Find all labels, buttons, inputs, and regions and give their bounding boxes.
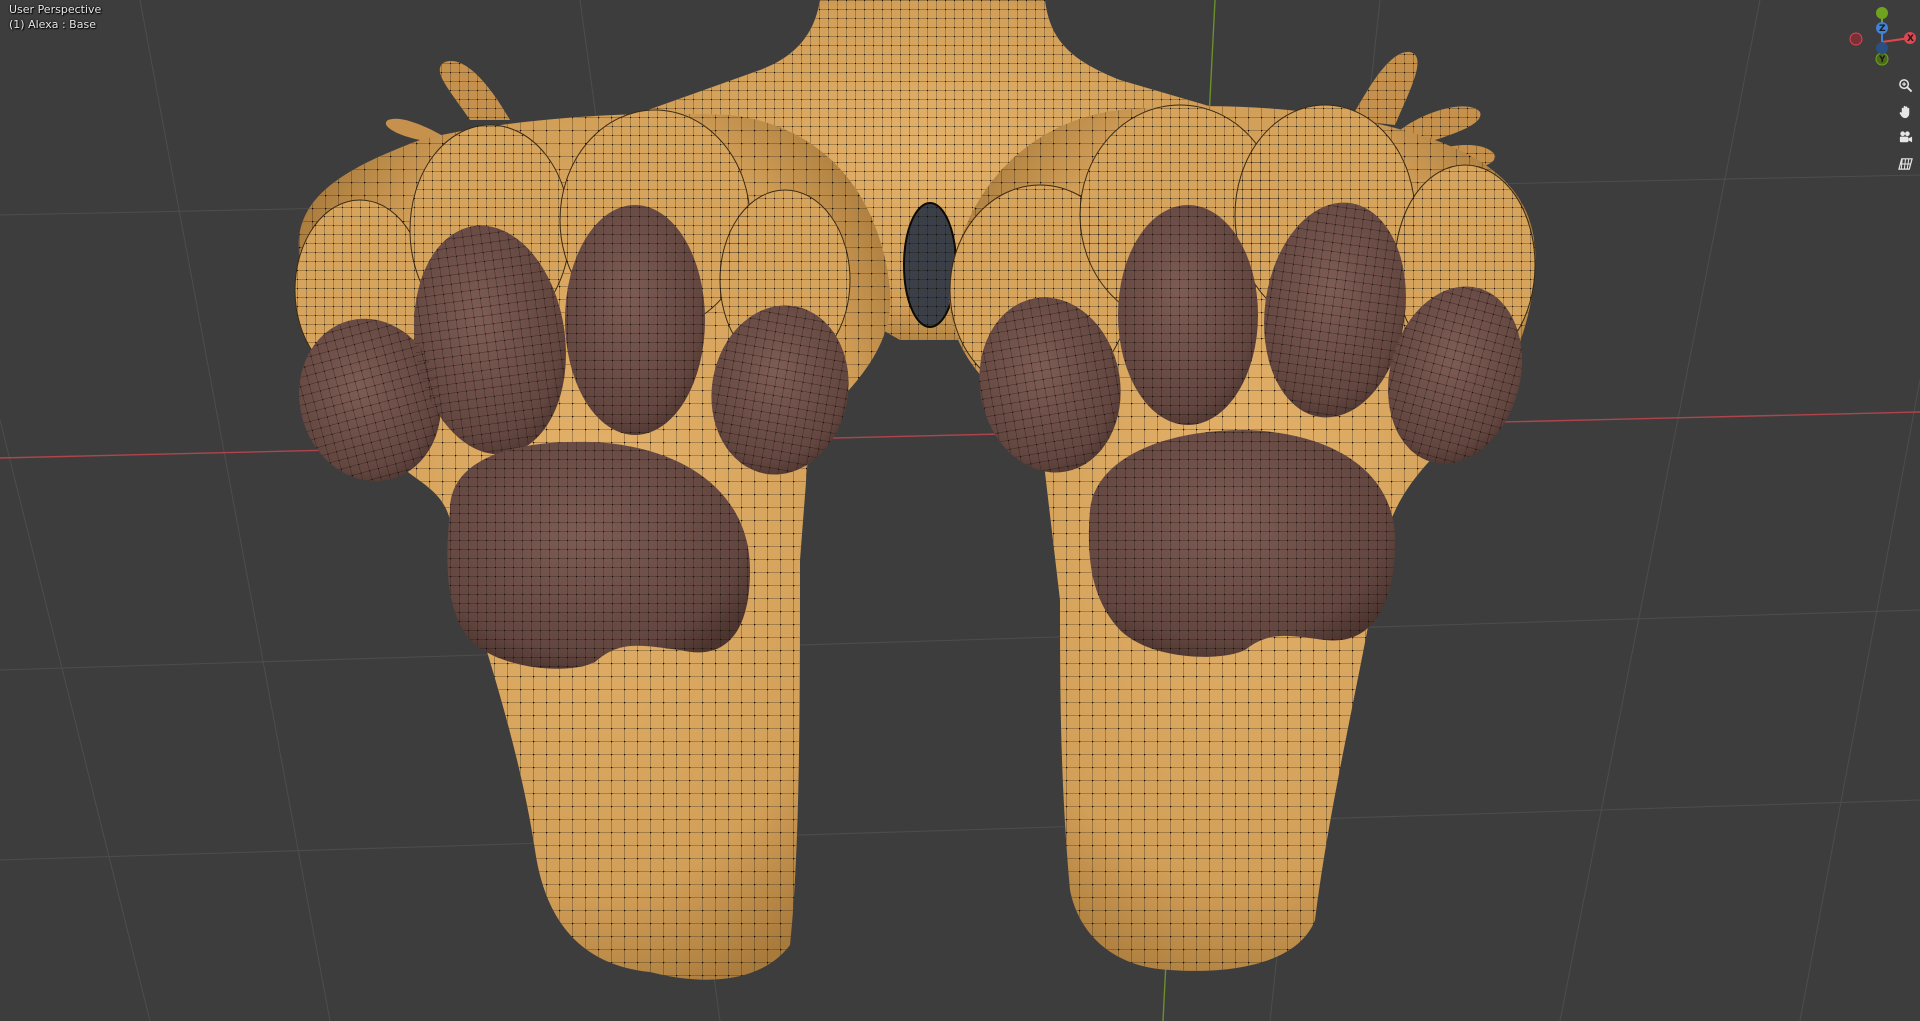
gizmo-neg-x[interactable] bbox=[1849, 32, 1863, 46]
gizmo-x-label: X bbox=[1907, 34, 1914, 44]
pan-button[interactable] bbox=[1894, 100, 1916, 122]
zoom-button[interactable] bbox=[1894, 74, 1916, 96]
mesh-left-foot[interactable] bbox=[281, 109, 891, 980]
pan-hand-icon bbox=[1899, 105, 1909, 118]
3d-viewport[interactable]: User Perspective (1) Alexa : Base X Z Y bbox=[0, 0, 1920, 1021]
active-object-label: (1) Alexa : Base bbox=[9, 18, 96, 31]
gizmo-y-label: Y bbox=[1878, 55, 1886, 65]
viewport-scene[interactable] bbox=[0, 0, 1920, 1021]
mesh-right-foot[interactable] bbox=[949, 104, 1541, 971]
navigation-gizmo[interactable]: X Z Y bbox=[1840, 4, 1920, 74]
gizmo-y-axis[interactable] bbox=[1876, 7, 1888, 19]
zoom-icon bbox=[1898, 78, 1912, 92]
gizmo-z-label: Z bbox=[1879, 24, 1886, 34]
gizmo-neg-z[interactable] bbox=[1876, 42, 1888, 54]
viewport-navigation-tools bbox=[1894, 74, 1916, 178]
camera-view-button[interactable] bbox=[1894, 126, 1916, 148]
x-axis-line bbox=[0, 411, 1920, 459]
camera-icon bbox=[1899, 130, 1912, 142]
view-name-label: User Perspective bbox=[9, 3, 102, 16]
ortho-toggle-button[interactable] bbox=[1894, 152, 1916, 174]
ortho-grid-icon bbox=[1897, 157, 1913, 170]
